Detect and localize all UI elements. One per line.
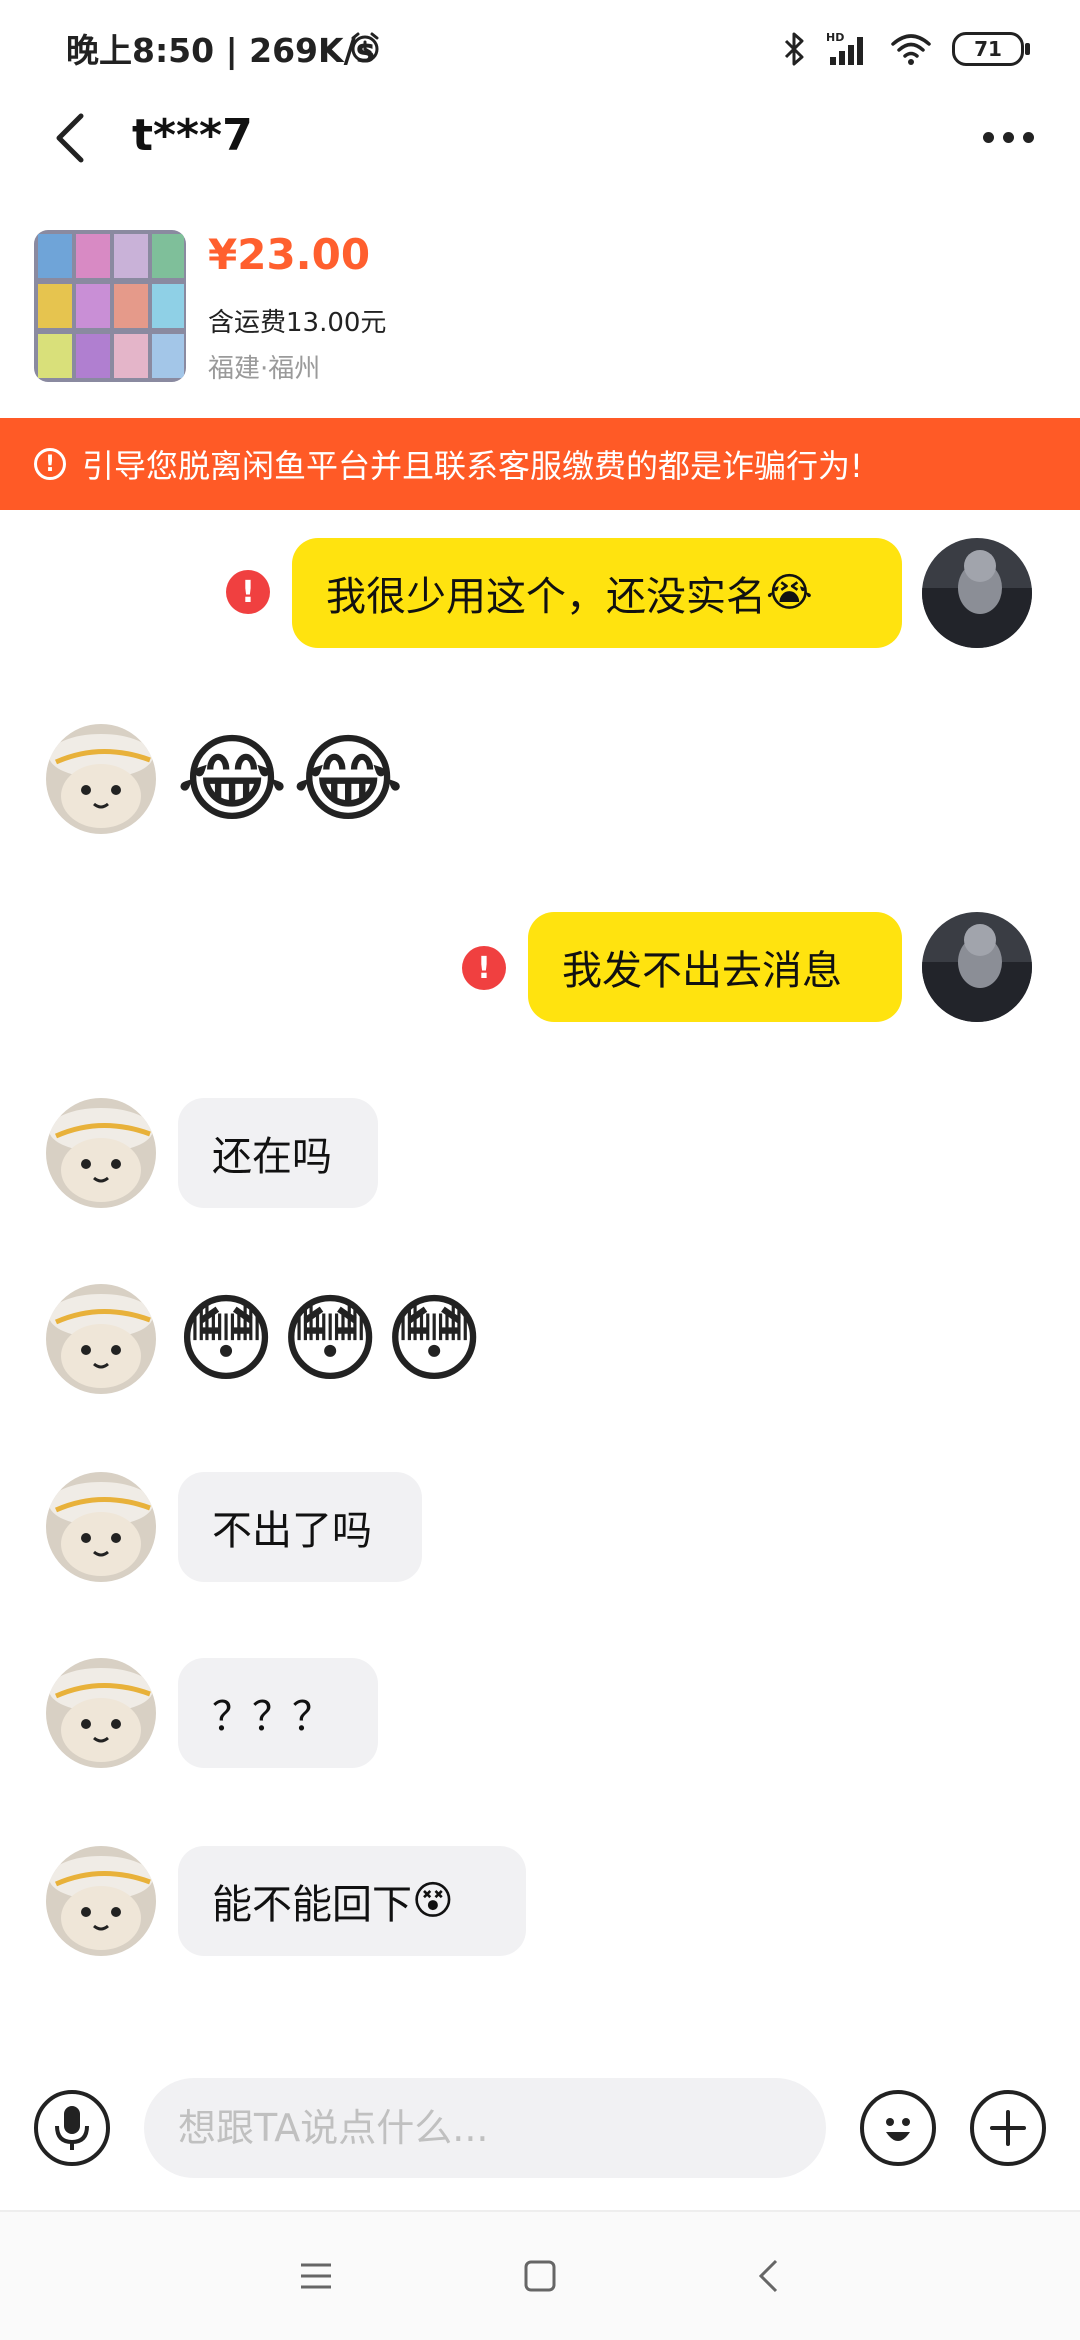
contact-avatar[interactable]	[46, 1284, 156, 1394]
dizzy-emoji: 😵	[412, 1878, 454, 1924]
contact-avatar[interactable]	[46, 1472, 156, 1582]
more-dot	[1022, 131, 1034, 143]
crying-laughing-emoji: 😂	[176, 723, 289, 835]
confused-emoji: 😳	[280, 1283, 381, 1395]
message-bubble-contact[interactable]: 不出了吗	[178, 1472, 422, 1582]
more-dot	[982, 131, 994, 143]
add-button[interactable]	[970, 2090, 1046, 2166]
bluetooth-icon	[784, 32, 804, 66]
status-icons: HD 71	[782, 24, 1030, 74]
product-image[interactable]	[34, 230, 186, 382]
home-square-icon	[524, 2260, 556, 2292]
message-bubble-contact[interactable]: 还在吗	[178, 1098, 378, 1208]
avatar-image	[46, 1098, 156, 1208]
nav-home-button[interactable]	[510, 2246, 570, 2306]
avatar-image	[46, 1846, 156, 1956]
back-arrow-icon	[758, 2259, 778, 2293]
chevron-left-icon	[56, 113, 84, 163]
emoji-message[interactable]: 😳 😳 😳	[176, 1284, 484, 1394]
contact-avatar[interactable]	[46, 1098, 156, 1208]
more-button[interactable]	[972, 112, 1044, 162]
nav-back-button[interactable]	[738, 2246, 798, 2306]
avatar-image	[46, 1284, 156, 1394]
system-nav-bar	[0, 2212, 1080, 2340]
nav-menu-button[interactable]	[286, 2246, 346, 2306]
product-card[interactable]: ¥23.00 含运费13.00元 福建·福州	[0, 206, 1080, 416]
avatar-image	[46, 724, 156, 834]
my-avatar[interactable]	[922, 912, 1032, 1022]
warning-text: 引导您脱离闲鱼平台并且联系客服缴费的都是诈骗行为!	[82, 447, 863, 485]
hd-signal-icon: HD	[826, 31, 863, 65]
microphone-icon	[55, 2106, 89, 2150]
more-dot	[1002, 131, 1014, 143]
my-avatar[interactable]	[922, 538, 1032, 648]
voice-button[interactable]	[34, 2090, 110, 2166]
message-text: 不出了吗	[212, 1508, 372, 1554]
send-failed-icon[interactable]: !	[226, 570, 270, 614]
battery-icon: 71	[952, 32, 1030, 66]
svg-text:HD: HD	[826, 31, 844, 44]
fraud-warning-banner: ! 引导您脱离闲鱼平台并且联系客服缴费的都是诈骗行为!	[0, 418, 1080, 510]
message-text: ？？？	[212, 1694, 332, 1740]
message-text: 我发不出去消息	[562, 948, 842, 994]
alarm-icon	[351, 32, 379, 63]
message-text: 还在吗	[212, 1134, 332, 1180]
product-shipping: 含运费13.00元	[208, 308, 387, 338]
emoji-button[interactable]	[860, 2090, 936, 2166]
info-exclamation-icon: !	[34, 448, 66, 480]
wifi-icon	[891, 34, 931, 65]
emoji-message[interactable]: 😂 😂	[176, 724, 404, 834]
contact-avatar[interactable]	[46, 724, 156, 834]
chat-title: t***7	[132, 110, 253, 161]
plus-icon	[990, 2110, 1026, 2146]
avatar-image	[922, 912, 1032, 1022]
contact-avatar[interactable]	[46, 1658, 156, 1768]
message-bubble-mine[interactable]: 我发不出去消息	[528, 912, 902, 1022]
message-bubble-contact[interactable]: 能不能回下 😵	[178, 1846, 526, 1956]
send-failed-icon[interactable]: !	[462, 946, 506, 990]
menu-icon	[301, 2263, 331, 2289]
avatar-image	[46, 1658, 156, 1768]
message-input[interactable]	[144, 2078, 826, 2178]
confused-emoji: 😳	[384, 1283, 485, 1395]
input-bar	[0, 2060, 1080, 2212]
product-location: 福建·福州	[208, 354, 321, 384]
back-button[interactable]	[40, 108, 100, 168]
crying-laughing-emoji: 😭	[766, 570, 813, 616]
avatar-image	[46, 1472, 156, 1582]
contact-avatar[interactable]	[46, 1846, 156, 1956]
confused-emoji: 😳	[176, 1283, 277, 1395]
message-bubble-mine[interactable]: 我很少用这个，还没实名 😭	[292, 538, 902, 648]
crying-laughing-emoji: 😂	[292, 723, 405, 835]
product-thumbnail-cards	[34, 230, 186, 382]
message-bubble-contact[interactable]: ？？？	[178, 1658, 378, 1768]
smiley-face-icon	[886, 2118, 910, 2141]
status-time-speed: 晚上8:50 | 269K/s	[66, 31, 376, 70]
battery-level: 71	[974, 37, 1002, 61]
chat-header: t***7	[0, 92, 1080, 182]
product-price: ¥23.00	[208, 230, 371, 279]
message-text: 能不能回下	[212, 1882, 412, 1928]
status-bar: 晚上8:50 | 269K/s HD 71	[0, 0, 1080, 92]
message-text: 我很少用这个，还没实名	[326, 574, 766, 620]
avatar-image	[922, 538, 1032, 648]
